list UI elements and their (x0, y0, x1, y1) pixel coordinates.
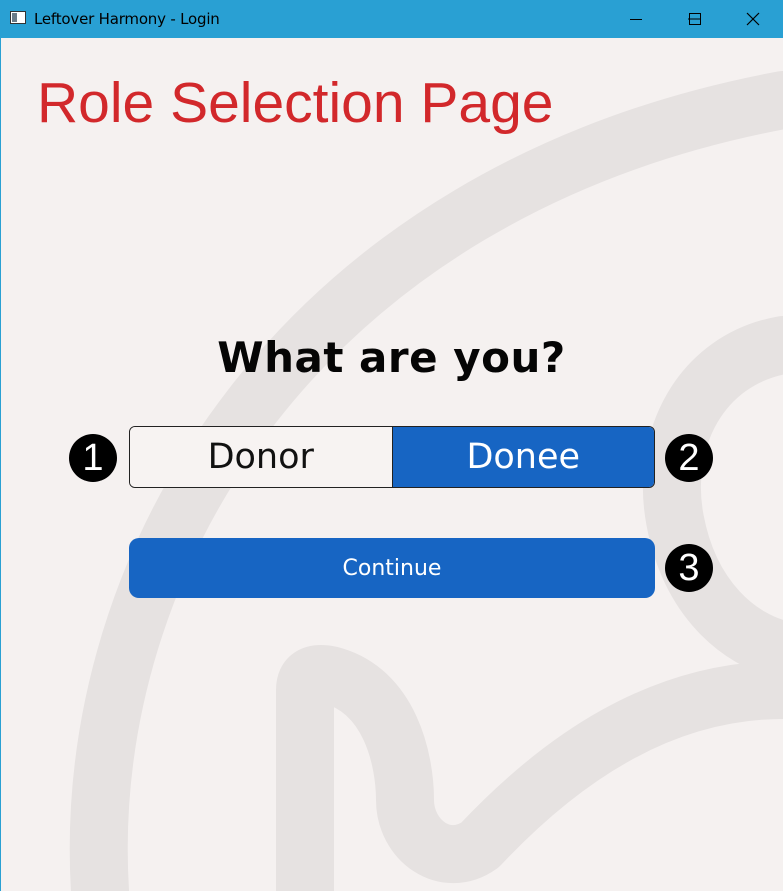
donor-option-button[interactable]: Donor (130, 427, 393, 487)
maximize-button[interactable] (665, 0, 723, 38)
role-selector: Donor Donee (129, 426, 655, 488)
annotation-badge-3: 3 (665, 544, 713, 592)
minimize-icon (630, 19, 642, 20)
app-icon (10, 11, 26, 24)
continue-button[interactable]: Continue (129, 538, 655, 598)
window-title: Leftover Harmony - Login (34, 10, 220, 28)
annotation-badge-1: 1 (69, 434, 117, 482)
minimize-button[interactable] (606, 0, 664, 38)
maximize-icon (689, 13, 701, 25)
annotation-badge-2: 2 (665, 434, 713, 482)
donee-option-button[interactable]: Donee (392, 427, 654, 487)
close-button[interactable] (724, 0, 782, 38)
close-icon (746, 12, 760, 26)
role-question: What are you? (217, 333, 566, 382)
page-title: Role Selection Page (37, 71, 554, 135)
